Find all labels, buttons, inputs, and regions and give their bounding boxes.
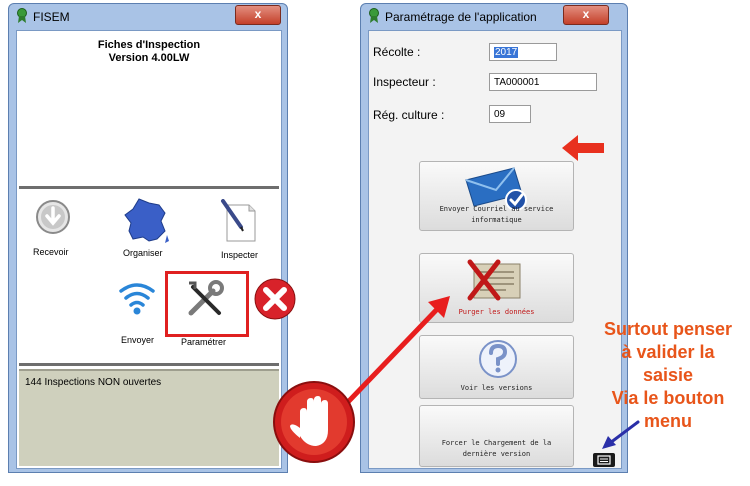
status-panel: 144 Inspections NON ouvertes — [19, 369, 279, 466]
menu-pointer-arrow-icon — [602, 420, 640, 449]
pointer-arrow-icon — [562, 135, 604, 161]
close-button[interactable]: x — [563, 5, 609, 25]
close-button[interactable]: x — [235, 5, 281, 25]
download-icon[interactable] — [35, 199, 71, 235]
tools-icon[interactable] — [185, 279, 227, 321]
parametrer-label: Paramétrer — [181, 337, 227, 347]
recolte-value: 2017 — [494, 47, 519, 58]
france-map-icon[interactable] — [121, 197, 171, 245]
annotation-line-2: à valider la — [621, 342, 715, 362]
envoyer-label: Envoyer — [121, 335, 155, 345]
force-update-label: Forcer le Chargement de la dernière vers… — [441, 439, 552, 458]
menu-button[interactable] — [593, 453, 615, 467]
app-ribbon-icon — [17, 8, 27, 23]
inspecteur-label: Inspecteur : — [373, 75, 436, 89]
annotation-line-3: saisie — [642, 365, 694, 385]
purge-document-icon — [467, 259, 521, 301]
status-text: 144 Inspections NON ouvertes — [25, 377, 162, 388]
stop-hand-icon — [273, 381, 355, 463]
app-header: Fiches d'Inspection Version 4.00LW — [17, 39, 281, 65]
wifi-icon[interactable] — [117, 279, 157, 319]
reg-culture-field[interactable]: 09 — [489, 105, 531, 123]
reminder-annotation: Surtout penser à valider la saisie Via l… — [584, 318, 750, 433]
annotation-line-1: Surtout penser — [603, 319, 732, 339]
force-update-button[interactable]: Forcer le Chargement de la dernière vers… — [419, 405, 574, 467]
inspecter-label: Inspecter — [221, 250, 259, 260]
fisem-client-area: Fiches d'Inspection Version 4.00LW Recev… — [16, 30, 296, 469]
inspecteur-field[interactable]: TA000001 — [489, 73, 597, 91]
app-ribbon-icon — [369, 8, 379, 23]
window-title: Paramétrage de l'application — [385, 10, 537, 24]
window-title: FISEM — [33, 10, 70, 24]
fisem-titlebar: FISEM x — [9, 4, 287, 30]
annotation-line-4: Via le bouton — [611, 388, 725, 408]
menu-icon — [597, 455, 611, 465]
recolte-field[interactable]: 2017 — [489, 43, 557, 61]
recolte-label: Récolte : — [373, 45, 421, 59]
fisem-window: FISEM x Fiches d'Inspection Version 4.00… — [8, 3, 296, 473]
organiser-label: Organiser — [123, 248, 163, 258]
reg-culture-label: Rég. culture : — [373, 108, 445, 122]
app-version: Version 4.00LW — [108, 52, 190, 64]
status-divider — [19, 363, 279, 366]
diagonal-arrow-icon — [345, 296, 450, 405]
document-pen-icon[interactable] — [219, 199, 261, 243]
header-divider — [19, 186, 279, 189]
settings-titlebar: Paramétrage de l'application x — [361, 4, 627, 30]
app-title: Fiches d'Inspection — [97, 39, 201, 51]
recevoir-label: Recevoir — [33, 247, 69, 257]
exit-icon[interactable] — [253, 277, 297, 321]
send-email-label: Envoyer Courriel au service informatique — [439, 205, 554, 224]
help-question-icon — [479, 340, 517, 378]
send-email-button[interactable]: Envoyer Courriel au service informatique — [419, 161, 574, 231]
